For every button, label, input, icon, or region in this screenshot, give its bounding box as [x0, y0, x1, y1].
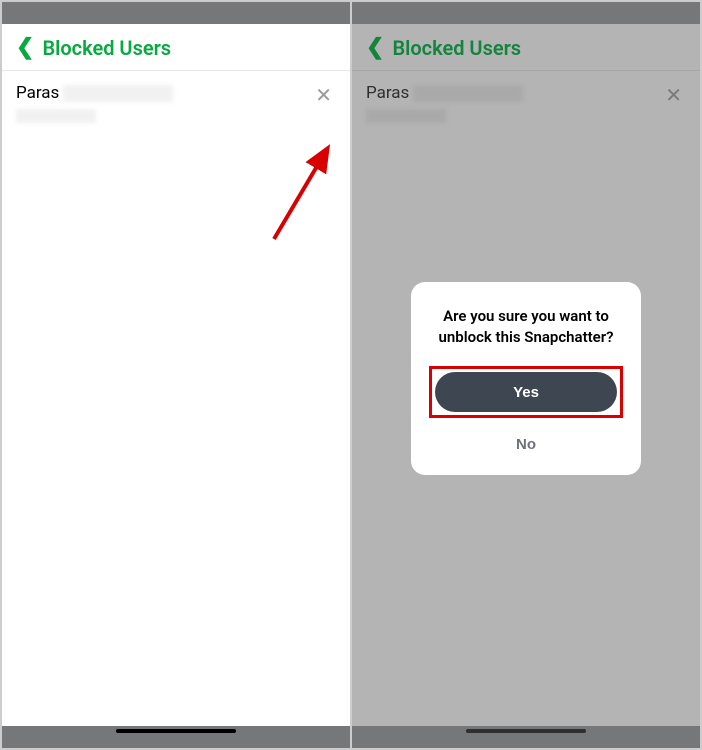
- page-title: Blocked Users: [392, 36, 521, 60]
- user-row: Paras ✕: [2, 71, 350, 131]
- page-title: Blocked Users: [42, 36, 171, 60]
- blocked-users-list: Paras ✕ Are you sure you want to unblock…: [352, 71, 700, 726]
- header: ❮ Blocked Users: [352, 24, 700, 71]
- home-indicator: [116, 729, 236, 733]
- unblock-x-icon[interactable]: ✕: [661, 83, 686, 107]
- bottom-bar: [2, 726, 350, 748]
- header: ❮ Blocked Users: [2, 24, 350, 71]
- blocked-users-list: Paras ✕: [2, 71, 350, 726]
- dialog-message: Are you sure you want to unblock this Sn…: [429, 306, 623, 348]
- user-row: Paras ✕: [352, 71, 700, 131]
- bottom-bar: [352, 726, 700, 748]
- home-indicator: [466, 729, 586, 733]
- yes-button[interactable]: Yes: [435, 372, 617, 412]
- status-bar: [2, 2, 350, 24]
- dialog-overlay: Are you sure you want to unblock this Sn…: [352, 71, 700, 726]
- no-button[interactable]: No: [516, 436, 536, 453]
- status-bar: [352, 2, 700, 24]
- redacted-username: [16, 109, 96, 123]
- annotation-arrow-icon: [264, 139, 344, 249]
- user-name: Paras: [16, 83, 59, 103]
- screen-right: ❮ Blocked Users Paras ✕ Are you sure you…: [351, 1, 701, 749]
- redacted-username: [366, 109, 446, 123]
- back-chevron-icon[interactable]: ❮: [366, 37, 384, 59]
- unblock-confirm-dialog: Are you sure you want to unblock this Sn…: [411, 282, 641, 475]
- redacted-name: [63, 85, 173, 102]
- annotation-yes-highlight: Yes: [429, 366, 623, 418]
- user-info: Paras: [366, 83, 661, 123]
- redacted-name: [413, 85, 523, 102]
- screen-left: ❮ Blocked Users Paras ✕: [1, 1, 351, 749]
- back-chevron-icon[interactable]: ❮: [16, 37, 34, 59]
- user-name: Paras: [366, 83, 409, 103]
- user-info: Paras: [16, 83, 311, 123]
- unblock-x-icon[interactable]: ✕: [311, 83, 336, 107]
